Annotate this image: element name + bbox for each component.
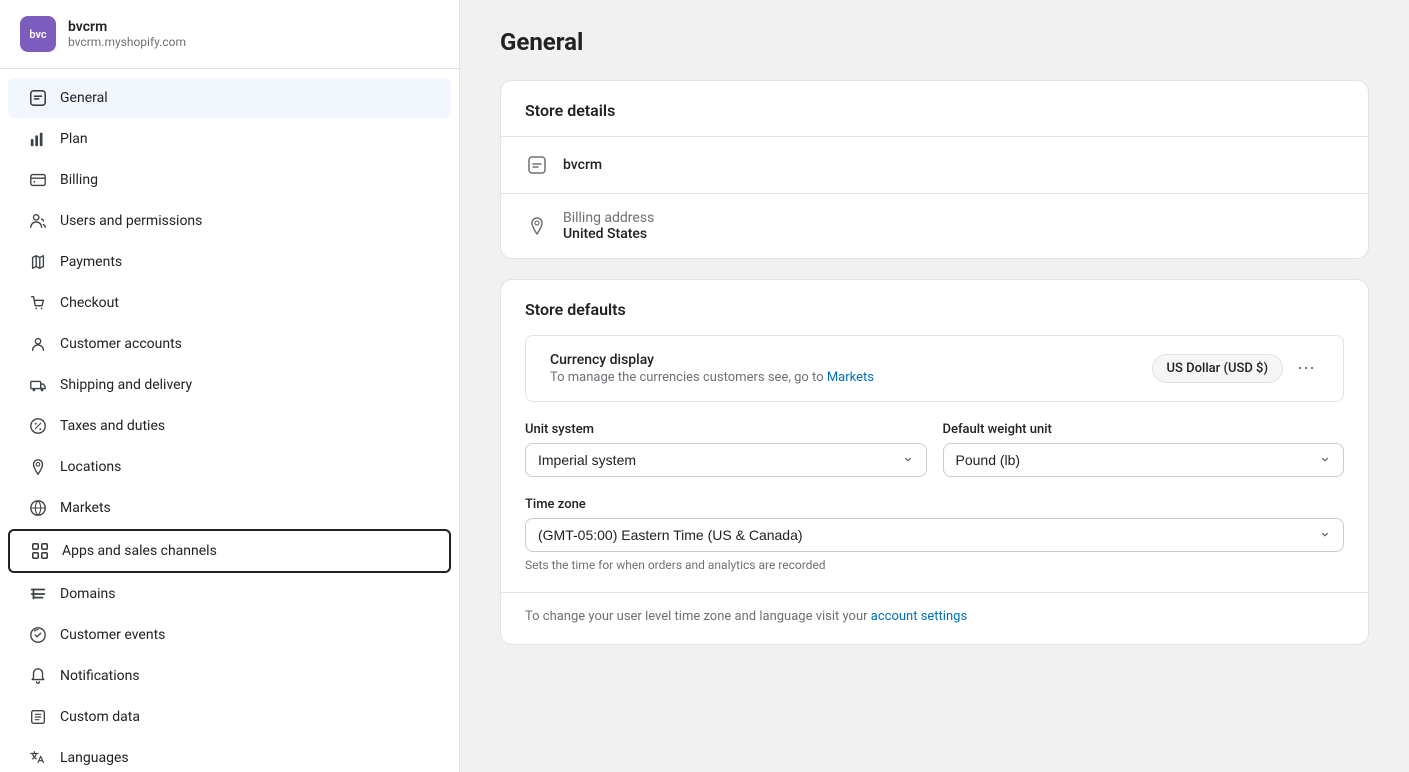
sidebar-label-apps: Apps and sales channels: [62, 543, 217, 559]
account-settings-link[interactable]: account settings: [871, 609, 967, 624]
sidebar-item-plan[interactable]: Plan: [8, 119, 451, 159]
sidebar-label-customer-events: Customer events: [60, 627, 165, 643]
sidebar-label-payments: Payments: [60, 254, 122, 270]
main-content: General Store details bvcrm Billing addr…: [460, 0, 1409, 772]
currency-info: Currency display To manage the currencie…: [550, 352, 874, 385]
store-name-row[interactable]: bvcrm: [501, 136, 1368, 193]
store-details-card: Store details bvcrm Billing address Unit…: [500, 80, 1369, 259]
apps-icon: [30, 541, 50, 561]
sidebar-item-shipping[interactable]: Shipping and delivery: [8, 365, 451, 405]
sidebar-label-notifications: Notifications: [60, 668, 140, 684]
sidebar-item-apps-sales-channels[interactable]: Apps and sales channels: [8, 529, 451, 573]
currency-desc: To manage the currencies customers see, …: [550, 370, 874, 385]
currency-row: Currency display To manage the currencie…: [525, 335, 1344, 402]
currency-right: US Dollar (USD $) ⋯: [1152, 354, 1319, 383]
timezone-label: Time zone: [525, 497, 1344, 512]
domains-icon: [28, 584, 48, 604]
sidebar-label-customer-accounts: Customer accounts: [60, 336, 182, 352]
unit-weight-row: Unit system Imperial systemMetric system…: [501, 422, 1368, 497]
sidebar-label-custom-data: Custom data: [60, 709, 140, 725]
sidebar-label-languages: Languages: [60, 750, 129, 766]
store-defaults-body: Currency display To manage the currencie…: [501, 335, 1368, 644]
store-defaults-title: Store defaults: [501, 280, 1368, 335]
default-weight-select[interactable]: Pound (lb)Ounce (oz)Kilogram (kg)Gram (g…: [943, 443, 1345, 477]
store-icon: [28, 88, 48, 108]
store-details-title: Store details: [501, 81, 1368, 136]
unit-system-select[interactable]: Imperial systemMetric system: [525, 443, 927, 477]
checkout-icon: [28, 293, 48, 313]
store-defaults-card: Store defaults Currency display To manag…: [500, 279, 1369, 645]
store-name: bvcrm: [68, 19, 186, 35]
sidebar-label-markets: Markets: [60, 500, 111, 516]
languages-icon: [28, 748, 48, 768]
store-avatar: bvc: [20, 16, 56, 52]
unit-system-label: Unit system: [525, 422, 927, 437]
store-name-value: bvcrm: [563, 157, 602, 173]
timezone-group: Time zone (GMT-05:00) Eastern Time (US &…: [501, 497, 1368, 592]
account-settings-row: To change your user level time zone and …: [501, 592, 1368, 640]
sidebar-item-billing[interactable]: Billing: [8, 160, 451, 200]
timezone-hint: Sets the time for when orders and analyt…: [525, 558, 1344, 572]
customer-icon: [28, 334, 48, 354]
sidebar-nav: General Plan Billing: [0, 69, 459, 772]
sidebar-item-customer-events[interactable]: Customer events: [8, 615, 451, 655]
sidebar-item-taxes[interactable]: Taxes and duties: [8, 406, 451, 446]
sidebar-item-customer-accounts[interactable]: Customer accounts: [8, 324, 451, 364]
sidebar-item-checkout[interactable]: Checkout: [8, 283, 451, 323]
timezone-select[interactable]: (GMT-05:00) Eastern Time (US & Canada): [525, 518, 1344, 552]
default-weight-group: Default weight unit Pound (lb)Ounce (oz)…: [943, 422, 1345, 477]
billing-address-text: Billing address United States: [563, 210, 654, 242]
sidebar-item-general[interactable]: General: [8, 78, 451, 118]
shipping-icon: [28, 375, 48, 395]
sidebar-label-plan: Plan: [60, 131, 88, 147]
sidebar-item-languages[interactable]: Languages: [8, 738, 451, 772]
markets-link[interactable]: Markets: [827, 370, 874, 385]
billing-icon: [28, 170, 48, 190]
sidebar-item-markets[interactable]: Markets: [8, 488, 451, 528]
sidebar-label-users: Users and permissions: [60, 213, 202, 229]
billing-address-row[interactable]: Billing address United States: [501, 193, 1368, 258]
sidebar-item-domains[interactable]: Domains: [8, 574, 451, 614]
sidebar-item-notifications[interactable]: Notifications: [8, 656, 451, 696]
sidebar-label-billing: Billing: [60, 172, 98, 188]
location-pin-icon: [525, 214, 549, 238]
sidebar-label-taxes: Taxes and duties: [60, 418, 165, 434]
chart-icon: [28, 129, 48, 149]
store-info: bvcrm bvcrm.myshopify.com: [68, 19, 186, 49]
sidebar-item-users-permissions[interactable]: Users and permissions: [8, 201, 451, 241]
sidebar-label-locations: Locations: [60, 459, 121, 475]
taxes-icon: [28, 416, 48, 436]
sidebar-item-custom-data[interactable]: Custom data: [8, 697, 451, 737]
more-options-button[interactable]: ⋯: [1293, 354, 1319, 383]
sidebar-label-shipping: Shipping and delivery: [60, 377, 192, 393]
billing-address-label: Billing address: [563, 210, 654, 226]
locations-icon: [28, 457, 48, 477]
sidebar-header: bvc bvcrm bvcrm.myshopify.com: [0, 0, 459, 69]
users-icon: [28, 211, 48, 231]
sidebar-item-payments[interactable]: Payments: [8, 242, 451, 282]
page-title: General: [500, 28, 1369, 56]
payments-icon: [28, 252, 48, 272]
sidebar-item-locations[interactable]: Locations: [8, 447, 451, 487]
currency-badge: US Dollar (USD $): [1152, 354, 1283, 383]
store-name-icon: [525, 153, 549, 177]
sidebar-label-domains: Domains: [60, 586, 115, 602]
store-url: bvcrm.myshopify.com: [68, 35, 186, 49]
billing-address-value: United States: [563, 226, 654, 242]
sidebar-label-checkout: Checkout: [60, 295, 119, 311]
currency-display-title: Currency display: [550, 352, 874, 368]
unit-system-group: Unit system Imperial systemMetric system: [525, 422, 927, 477]
notifications-icon: [28, 666, 48, 686]
default-weight-label: Default weight unit: [943, 422, 1345, 437]
events-icon: [28, 625, 48, 645]
custom-data-icon: [28, 707, 48, 727]
markets-icon: [28, 498, 48, 518]
sidebar: bvc bvcrm bvcrm.myshopify.com General: [0, 0, 460, 772]
sidebar-label-general: General: [60, 90, 108, 106]
